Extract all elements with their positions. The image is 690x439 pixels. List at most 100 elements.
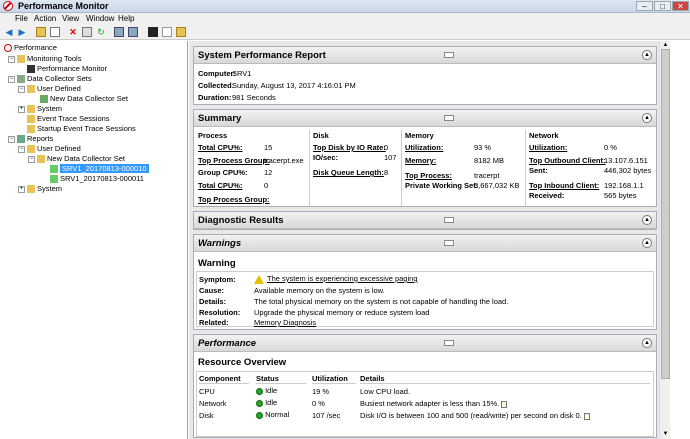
show-hide-tree-icon[interactable]	[50, 27, 60, 37]
menu-file[interactable]: File	[15, 14, 28, 23]
symptom-link[interactable]: The system is experiencing excessive pag…	[267, 274, 418, 283]
component-column-header[interactable]: Component	[199, 374, 249, 384]
duration-value: 981 Seconds	[232, 93, 276, 102]
tree-node-report-000011[interactable]: SRV1_20170813-000011	[50, 174, 144, 184]
tree-node-performance-monitor[interactable]: Performance Monitor	[27, 64, 107, 74]
expand-toggle[interactable]: +	[18, 106, 25, 113]
help-icon[interactable]	[114, 27, 124, 37]
collapse-toggle[interactable]: −	[18, 86, 25, 93]
collapse-toggle[interactable]: −	[18, 146, 25, 153]
tree-node-report-000010[interactable]: SRV1_20170813-000010	[50, 164, 149, 174]
menu-view[interactable]: View	[62, 14, 79, 23]
received-value: 565 bytes	[604, 191, 637, 200]
scroll-down-icon[interactable]: ▼	[661, 430, 670, 439]
collapse-toggle[interactable]: −	[8, 56, 15, 63]
memory-link[interactable]: Memory:	[405, 156, 436, 165]
collapse-toggle[interactable]: −	[28, 156, 35, 163]
collapse-icon[interactable]: ▲	[642, 215, 652, 225]
tree-node-data-collector-sets[interactable]: Data Collector Sets	[17, 74, 92, 84]
tree-node-event-trace-sessions[interactable]: Event Trace Sessions	[27, 114, 110, 124]
details-column-header[interactable]: Details	[360, 374, 650, 384]
details-label: Details:	[199, 297, 227, 306]
top-inbound-link[interactable]: Top Inbound Client:	[529, 181, 599, 190]
tree-node-reports-system[interactable]: System	[27, 184, 62, 194]
top-process-value: tracerpt	[474, 171, 500, 180]
computer-value: SRV1	[232, 69, 252, 78]
top-disk-link[interactable]: Top Disk by IO Rate:	[313, 143, 386, 152]
forward-icon[interactable]: ▶	[17, 27, 27, 37]
folder-icon	[37, 155, 45, 164]
total-cpu-link[interactable]: Total CPU%:	[198, 181, 242, 190]
restore-icon[interactable]	[444, 217, 454, 223]
maximize-button[interactable]: □	[654, 1, 671, 11]
tree-node-system[interactable]: System	[27, 104, 62, 114]
delete-icon[interactable]: ✕	[68, 27, 78, 37]
toolbar: ◀ ▶ ✕ ↻	[0, 25, 690, 40]
report-icon[interactable]	[162, 27, 172, 37]
warnings-title: Warnings	[198, 238, 242, 249]
process-heading: Process	[198, 131, 228, 140]
status-column-header[interactable]: Status	[256, 374, 306, 384]
folder-icon	[27, 145, 35, 154]
collapse-toggle[interactable]: −	[8, 76, 15, 83]
network-heading: Network	[529, 131, 559, 140]
network-utilization-link[interactable]: Utilization:	[529, 143, 567, 152]
total-cpu-link[interactable]: Total CPU%:	[198, 143, 242, 152]
top-process-group-link[interactable]: Top Process Group:	[198, 156, 270, 165]
open-folder-icon[interactable]	[176, 27, 186, 37]
tree-node-reports[interactable]: Reports	[17, 134, 53, 144]
collapse-icon[interactable]: ▲	[642, 338, 652, 348]
top-outbound-link[interactable]: Top Outbound Client:	[529, 156, 606, 165]
console-icon[interactable]	[148, 27, 158, 37]
tree-node-user-defined[interactable]: User Defined	[27, 84, 81, 94]
memory-utilization-link[interactable]: Utilization:	[405, 143, 443, 152]
utilization-column-header[interactable]: Utilization	[312, 374, 356, 384]
close-button[interactable]: ✕	[672, 1, 689, 11]
vertical-scrollbar[interactable]: ▲ ▼	[659, 41, 670, 439]
private-working-set-value: 3,667,032 KB	[474, 181, 520, 190]
tree-node-startup-event-trace[interactable]: Startup Event Trace Sessions	[27, 124, 136, 134]
action-pane-icon[interactable]	[128, 27, 138, 37]
menu-window[interactable]: Window	[86, 14, 114, 23]
tree-node-reports-new-dcs[interactable]: New Data Collector Set	[37, 154, 125, 164]
resolution-label: Resolution:	[199, 308, 241, 317]
restore-icon[interactable]	[444, 340, 454, 346]
collapse-icon[interactable]: ▲	[642, 238, 652, 248]
up-folder-icon[interactable]	[36, 27, 46, 37]
collapse-icon[interactable]: ▲	[642, 113, 652, 123]
memory-utilization-value: 93 %	[474, 143, 492, 152]
top-process-link[interactable]: Top Process:	[405, 171, 452, 180]
memory-heading: Memory	[405, 131, 434, 140]
folder-icon	[27, 85, 35, 94]
tree-node-new-data-collector-set[interactable]: New Data Collector Set	[40, 94, 128, 104]
status-ok-icon	[256, 387, 263, 395]
menu-help[interactable]: Help	[118, 14, 134, 23]
properties-icon[interactable]	[82, 27, 92, 37]
back-icon[interactable]: ◀	[4, 27, 14, 37]
refresh-icon[interactable]: ↻	[96, 27, 106, 37]
tree-node-monitoring-tools[interactable]: Monitoring Tools	[17, 54, 81, 64]
folder-icon	[27, 105, 35, 114]
expand-toggle[interactable]: +	[18, 186, 25, 193]
memory-diagnosis-link[interactable]: Memory Diagnosis	[254, 318, 316, 327]
restore-icon[interactable]	[444, 240, 454, 246]
minimize-button[interactable]: –	[636, 1, 653, 11]
menu-action[interactable]: Action	[34, 14, 56, 23]
scroll-thumb[interactable]	[661, 49, 670, 379]
collapse-toggle[interactable]: −	[8, 136, 15, 143]
sent-value: 446,302 bytes	[604, 166, 652, 175]
collapse-icon[interactable]: ▲	[642, 50, 652, 60]
tree-node-reports-user-defined[interactable]: User Defined	[27, 144, 81, 154]
restore-icon[interactable]	[444, 52, 454, 58]
duration-label: Duration:	[198, 93, 232, 102]
tree-node-performance[interactable]: Performance	[4, 43, 57, 53]
performance-monitor-icon	[3, 1, 13, 11]
symptom-value: The system is experiencing excessive pag…	[254, 274, 418, 284]
top-process-group-link[interactable]: Top Process Group:	[198, 195, 270, 204]
status-ok-icon	[256, 399, 263, 407]
report-icon	[50, 165, 58, 174]
collected-value: Sunday, August 13, 2017 4:16:01 PM	[232, 81, 356, 90]
restore-icon[interactable]	[444, 115, 454, 121]
disk-queue-link[interactable]: Disk Queue Length:	[313, 168, 384, 177]
symptom-label: Symptom:	[199, 275, 236, 284]
